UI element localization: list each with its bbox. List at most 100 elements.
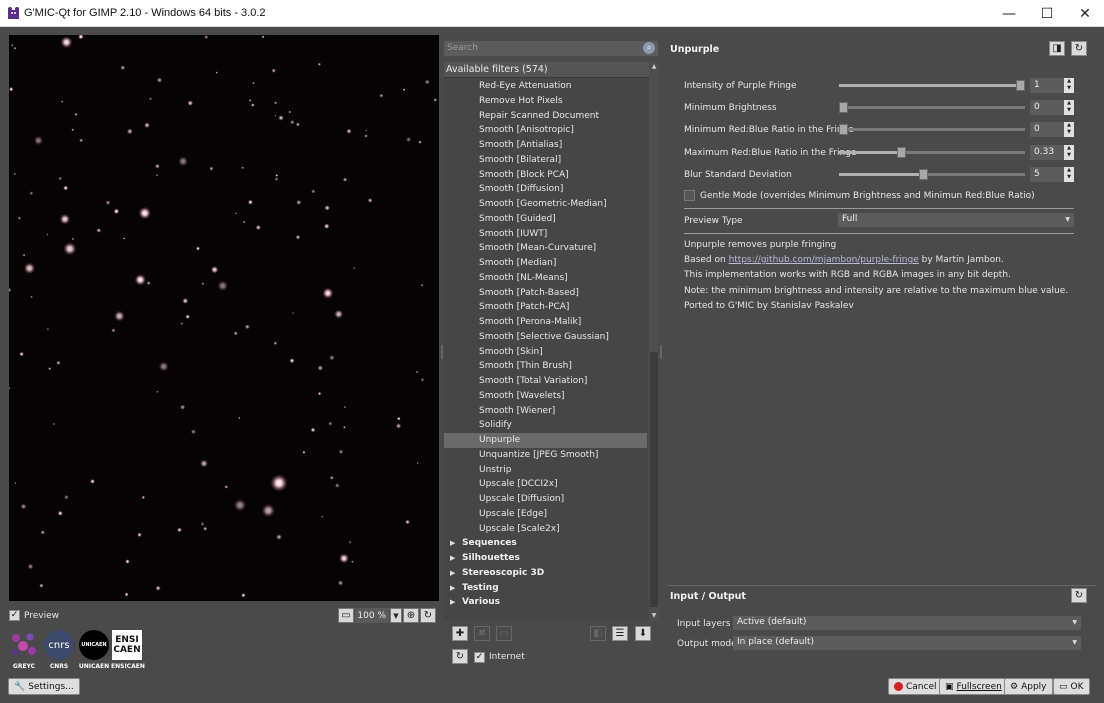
filter-item[interactable]: Smooth [Guided] [444, 212, 647, 227]
scrollbar-thumb[interactable] [650, 352, 658, 607]
spin-arrows-icon[interactable]: ▲ ▼ [1064, 122, 1074, 137]
expand-arrow-icon[interactable]: ▶ [450, 566, 462, 581]
rename-favorite-button[interactable]: ▭ [496, 626, 512, 641]
filter-category[interactable]: ▶ Various [444, 595, 647, 610]
filter-item[interactable]: Smooth [Wavelets] [444, 389, 647, 404]
filter-item[interactable]: Upscale [Scale2x] [444, 522, 647, 537]
filter-item[interactable]: Smooth [Patch-Based] [444, 286, 647, 301]
filter-item[interactable]: Smooth [Total Variation] [444, 374, 647, 389]
spin-arrows-icon[interactable]: ▲ ▼ [1064, 145, 1074, 160]
filter-item[interactable]: Upscale [Edge] [444, 507, 647, 522]
scroll-down-icon[interactable]: ▼ [649, 611, 659, 621]
toggle-list-button[interactable]: ☰ [612, 626, 628, 641]
filter-item[interactable]: Solidify [444, 418, 647, 433]
slider-handle[interactable] [919, 169, 928, 180]
filter-item[interactable]: Red-Eye Attenuation [444, 79, 647, 94]
spin-arrows-icon[interactable]: ▲ ▼ [1064, 78, 1074, 93]
slider-handle[interactable] [897, 147, 906, 158]
minimize-button[interactable]: — [990, 0, 1028, 27]
filter-item[interactable]: Smooth [Block PCA] [444, 168, 647, 183]
param-spinbox[interactable]: 5 ▲ ▼ [1030, 167, 1074, 182]
expand-collapse-button[interactable]: ⬇ [635, 626, 651, 641]
filter-item[interactable]: Upscale [Diffusion] [444, 492, 647, 507]
search-icon[interactable]: ⌕ [643, 42, 655, 54]
param-slider[interactable] [839, 124, 1025, 135]
add-favorite-button[interactable]: ✚ [452, 626, 468, 641]
filter-item[interactable]: Smooth [Skin] [444, 345, 647, 360]
reset-params-button[interactable]: ↻ [1071, 41, 1087, 56]
internet-checkbox[interactable]: ✓ [474, 652, 485, 663]
filter-item[interactable]: Smooth [Thin Brush] [444, 359, 647, 374]
visibility-button[interactable]: ◧ [590, 626, 606, 641]
filter-scrollbar[interactable]: ▲ ▼ [649, 62, 659, 621]
filter-item[interactable]: Smooth [Anisotropic] [444, 123, 647, 138]
param-spinbox[interactable]: 1 ▲ ▼ [1030, 78, 1074, 93]
expand-arrow-icon[interactable]: ▶ [450, 536, 462, 551]
param-slider[interactable] [839, 102, 1025, 113]
filter-item[interactable]: Smooth [NL-Means] [444, 271, 647, 286]
filter-category[interactable]: ▶ Sequences [444, 536, 647, 551]
apply-button[interactable]: ⚙ Apply [1004, 678, 1053, 695]
filter-item[interactable]: Smooth [Selective Gaussian] [444, 330, 647, 345]
io-separator[interactable] [668, 585, 1096, 586]
slider-handle[interactable] [839, 124, 848, 135]
zoom-fit-button[interactable]: ⊕ [403, 608, 419, 623]
filter-category[interactable]: ▶ Testing [444, 581, 647, 596]
copy-command-button[interactable]: ◨ [1049, 41, 1065, 56]
filter-item[interactable]: Smooth [IUWT] [444, 227, 647, 242]
update-filters-button[interactable]: ↻ [452, 649, 468, 664]
spin-arrows-icon[interactable]: ▲ ▼ [1064, 167, 1074, 182]
filter-item[interactable]: Smooth [Geometric-Median] [444, 197, 647, 212]
preview-checkbox[interactable]: ✓ [9, 610, 20, 621]
param-spinbox[interactable]: 0 ▲ ▼ [1030, 100, 1074, 115]
settings-button[interactable]: 🔧 Settings... [8, 678, 80, 695]
filter-category[interactable]: ▶ Stereoscopic 3D [444, 566, 647, 581]
io-reset-button[interactable]: ↻ [1071, 588, 1087, 603]
gentle-mode-checkbox[interactable] [684, 190, 695, 201]
param-spinbox[interactable]: 0.33 ▲ ▼ [1030, 145, 1074, 160]
splitter-handle-right[interactable] [660, 345, 662, 359]
close-button[interactable]: ✕ [1066, 0, 1104, 27]
filter-item[interactable]: Smooth [Median] [444, 256, 647, 271]
filter-item[interactable]: Unstrip [444, 463, 647, 478]
filter-item[interactable]: Smooth [Mean-Curvature] [444, 241, 647, 256]
preview-type-select[interactable]: Full ▼ [838, 213, 1074, 227]
zoom-value[interactable]: 100 % [355, 608, 389, 623]
search-input[interactable]: Search ⌕ [444, 41, 658, 56]
expand-arrow-icon[interactable]: ▶ [450, 551, 462, 566]
github-link[interactable]: https://github.com/mjambon/purple-fringe [729, 255, 919, 265]
filter-item[interactable]: Unpurple [444, 433, 647, 448]
filter-item[interactable]: Unquantize [JPEG Smooth] [444, 448, 647, 463]
filter-item[interactable]: Upscale [DCCI2x] [444, 477, 647, 492]
splitter-handle-left[interactable] [441, 345, 443, 359]
zoom-reset-button[interactable]: ↻ [420, 608, 436, 623]
output-mode-select[interactable]: In place (default) ▼ [733, 636, 1081, 650]
filter-item[interactable]: Remove Hot Pixels [444, 94, 647, 109]
param-slider[interactable] [839, 147, 1025, 158]
input-layers-select[interactable]: Active (default) ▼ [733, 616, 1081, 630]
remove-favorite-button[interactable]: ✖ [474, 626, 490, 641]
filter-item[interactable]: Smooth [Bilateral] [444, 153, 647, 168]
filter-item[interactable]: Smooth [Diffusion] [444, 182, 647, 197]
expand-arrow-icon[interactable]: ▶ [450, 581, 462, 596]
spin-arrows-icon[interactable]: ▲ ▼ [1064, 100, 1074, 115]
filter-item[interactable]: Smooth [Perona-Malik] [444, 315, 647, 330]
zoom-out-button[interactable]: ▭ [338, 608, 354, 623]
fullscreen-button[interactable]: ▣ Fullscreen [939, 678, 1008, 695]
slider-handle[interactable] [839, 102, 848, 113]
filter-item[interactable]: Smooth [Antialias] [444, 138, 647, 153]
expand-arrow-icon[interactable]: ▶ [450, 595, 462, 610]
param-slider[interactable] [839, 169, 1025, 180]
filter-item[interactable]: Smooth [Patch-PCA] [444, 300, 647, 315]
filter-item[interactable]: Repair Scanned Document [444, 109, 647, 124]
slider-handle[interactable] [1016, 80, 1025, 91]
zoom-dropdown-button[interactable]: ▼ [390, 608, 402, 623]
param-spinbox[interactable]: 0 ▲ ▼ [1030, 122, 1074, 137]
maximize-button[interactable]: ☐ [1028, 0, 1066, 27]
filter-item[interactable]: Smooth [Wiener] [444, 404, 647, 419]
filter-category[interactable]: ▶ Silhouettes [444, 551, 647, 566]
preview-image[interactable] [9, 35, 439, 601]
scroll-up-icon[interactable]: ▲ [649, 62, 659, 72]
cancel-button[interactable]: Cancel [888, 678, 943, 695]
param-slider[interactable] [839, 80, 1025, 91]
